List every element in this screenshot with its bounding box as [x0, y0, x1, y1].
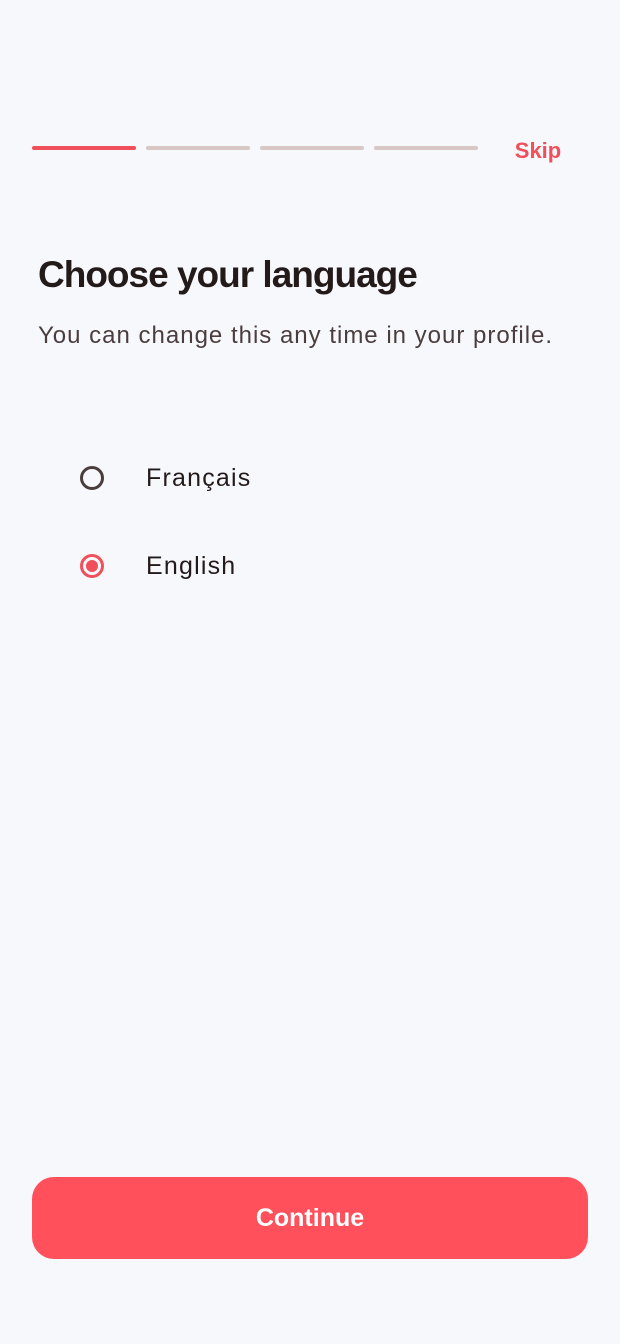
onboarding-progress-bar — [32, 146, 478, 150]
progress-step-1 — [32, 146, 136, 150]
skip-button[interactable]: Skip — [500, 136, 576, 166]
language-option-label: Français — [146, 463, 252, 492]
radio-checked-icon[interactable] — [80, 554, 104, 578]
language-option-label: English — [146, 551, 237, 580]
language-options: Français English — [56, 434, 556, 610]
continue-button[interactable]: Continue — [32, 1177, 588, 1259]
language-option-english[interactable]: English — [56, 522, 556, 610]
radio-unchecked-icon[interactable] — [80, 466, 104, 490]
language-option-francais[interactable]: Français — [56, 434, 556, 522]
progress-step-3 — [260, 146, 364, 150]
progress-step-2 — [146, 146, 250, 150]
progress-step-4 — [374, 146, 478, 150]
page-subtitle: You can change this any time in your pro… — [38, 322, 554, 349]
page-title: Choose your language — [38, 254, 418, 295]
